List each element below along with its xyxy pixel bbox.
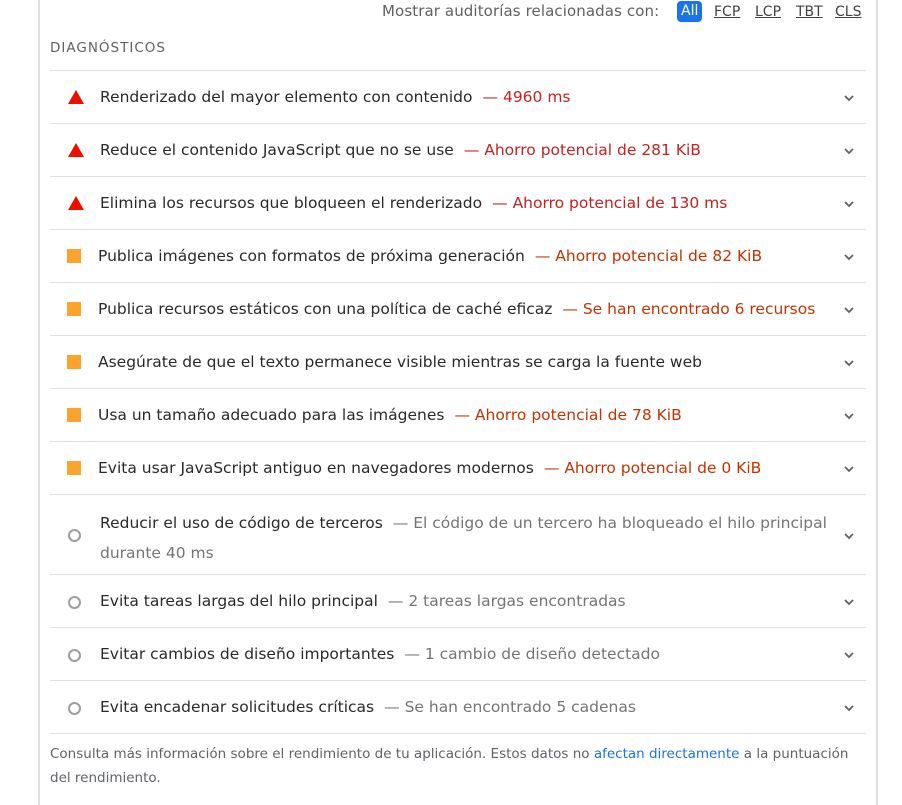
filter-chip-fcp[interactable]: FCP bbox=[714, 2, 740, 22]
filter-chip-all[interactable]: All bbox=[677, 1, 703, 22]
footnote-link[interactable]: afectan directamente bbox=[594, 746, 740, 762]
filter-chip-lcp[interactable]: LCP bbox=[755, 2, 781, 22]
chevron-down-icon[interactable] bbox=[842, 303, 856, 317]
info-circle-icon bbox=[68, 529, 81, 542]
footnote: Consulta más información sobre el rendim… bbox=[50, 742, 860, 790]
chevron-down-icon[interactable] bbox=[842, 250, 856, 264]
metric-filter-bar: Mostrar auditorías relacionadas con: All… bbox=[0, 0, 902, 28]
audit-detail: Ahorro potencial de 130 ms bbox=[512, 194, 728, 212]
audit-separator: — bbox=[534, 247, 551, 265]
audit-title: Evitar cambios de diseño importantes bbox=[100, 645, 395, 663]
audit-detail: 2 tareas largas encontradas bbox=[408, 592, 626, 610]
chevron-down-icon[interactable] bbox=[842, 409, 856, 423]
audit-row[interactable]: Evitar cambios de diseño importantes — 1 … bbox=[50, 628, 866, 681]
footnote-text: Consulta más información sobre el rendim… bbox=[50, 746, 594, 762]
audit-detail: Ahorro potencial de 0 KiB bbox=[564, 459, 762, 477]
warning-triangle-icon bbox=[68, 196, 84, 210]
audit-separator: — bbox=[482, 88, 499, 106]
orange-square-icon bbox=[67, 461, 81, 475]
audit-separator: — bbox=[492, 194, 508, 212]
audit-row[interactable]: Evita encadenar solicitudes críticas — Se… bbox=[50, 681, 866, 734]
audit-row[interactable]: Evita tareas largas del hilo principal — … bbox=[50, 575, 866, 628]
audit-separator: — bbox=[454, 406, 470, 424]
chevron-down-icon[interactable] bbox=[842, 144, 856, 158]
info-circle-icon bbox=[68, 596, 81, 609]
orange-square-icon bbox=[67, 355, 81, 369]
audit-detail: Ahorro potencial de 82 KiB bbox=[555, 247, 763, 265]
filter-chip-cls[interactable]: CLS bbox=[835, 2, 861, 22]
audit-title: Evita encadenar solicitudes críticas bbox=[100, 698, 375, 716]
info-circle-icon bbox=[68, 649, 81, 662]
audit-row[interactable]: Usa un tamaño adecuado para las imágenes… bbox=[50, 389, 866, 442]
audit-row[interactable]: Publica recursos estáticos con una polít… bbox=[50, 283, 866, 336]
audit-row[interactable]: Reducir el uso de código de terceros — El… bbox=[50, 495, 866, 575]
section-title: DIAGNÓSTICOS bbox=[50, 40, 166, 56]
orange-square-icon bbox=[67, 408, 81, 422]
warning-triangle-icon bbox=[68, 90, 84, 104]
audit-title: Elimina los recursos que bloqueen el ren… bbox=[100, 194, 483, 212]
chevron-down-icon[interactable] bbox=[842, 356, 856, 370]
audit-detail: Se han encontrado 5 cadenas bbox=[404, 698, 636, 716]
audit-detail: Ahorro potencial de 281 KiB bbox=[484, 141, 701, 159]
orange-square-icon bbox=[67, 249, 81, 263]
chevron-down-icon[interactable] bbox=[842, 462, 856, 476]
chevron-down-icon[interactable] bbox=[842, 595, 856, 609]
audit-row[interactable]: Renderizado del mayor elemento con conte… bbox=[50, 71, 866, 124]
audit-row[interactable]: Evita usar JavaScript antiguo en navegad… bbox=[50, 442, 866, 495]
audit-title: Reducir el uso de código de terceros bbox=[100, 514, 383, 532]
audit-title: Evita tareas largas del hilo principal bbox=[100, 592, 378, 610]
audit-row[interactable]: Reduce el contenido JavaScript que no se… bbox=[50, 124, 866, 177]
chevron-down-icon[interactable] bbox=[842, 701, 856, 715]
audit-detail: 1 cambio de diseño detectado bbox=[424, 645, 660, 663]
audit-title: Publica imágenes con formatos de próxima… bbox=[98, 247, 525, 265]
audit-row[interactable]: Elimina los recursos que bloqueen el ren… bbox=[50, 177, 866, 230]
audit-title: Publica recursos estáticos con una polít… bbox=[98, 300, 553, 318]
audit-row[interactable]: Publica imágenes con formatos de próxima… bbox=[50, 230, 866, 283]
audit-title: Asegúrate de que el texto permanece visi… bbox=[98, 353, 702, 371]
audit-detail: Ahorro potencial de 78 KiB bbox=[474, 406, 682, 424]
audit-separator: — bbox=[404, 645, 420, 663]
orange-square-icon bbox=[67, 302, 81, 316]
audit-title: Evita usar JavaScript antiguo en navegad… bbox=[98, 459, 534, 477]
audit-separator: — bbox=[387, 592, 404, 610]
audit-separator: — bbox=[562, 300, 578, 318]
audit-detail: 4960 ms bbox=[502, 88, 571, 106]
audit-detail: Se han encontrado 6 recursos bbox=[582, 300, 816, 318]
diagnostics-audit-list: Renderizado del mayor elemento con conte… bbox=[50, 71, 866, 734]
info-circle-icon bbox=[68, 702, 81, 715]
audit-title: Reduce el contenido JavaScript que no se… bbox=[100, 141, 454, 159]
chevron-down-icon[interactable] bbox=[842, 91, 856, 105]
audit-row[interactable]: Asegúrate de que el texto permanece visi… bbox=[50, 336, 866, 389]
audit-title: Usa un tamaño adecuado para las imágenes bbox=[98, 406, 445, 424]
audit-separator: — bbox=[392, 514, 409, 532]
audit-separator: — bbox=[463, 141, 480, 159]
filter-label: Mostrar auditorías relacionadas con: bbox=[382, 2, 660, 20]
chevron-down-icon[interactable] bbox=[842, 197, 856, 211]
warning-triangle-icon bbox=[68, 143, 84, 157]
audit-separator: — bbox=[543, 459, 560, 477]
chevron-down-icon[interactable] bbox=[842, 648, 856, 662]
filter-chip-tbt[interactable]: TBT bbox=[796, 2, 823, 22]
chevron-down-icon[interactable] bbox=[842, 529, 856, 543]
audit-separator: — bbox=[384, 698, 400, 716]
audit-title: Renderizado del mayor elemento con conte… bbox=[100, 88, 473, 106]
